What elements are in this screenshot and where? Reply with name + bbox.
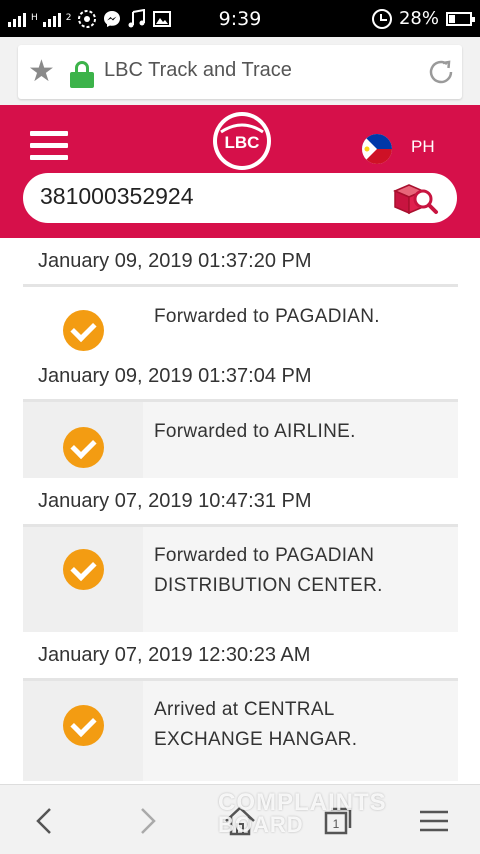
menu-icon[interactable] (30, 131, 68, 163)
network-type-label: H (31, 13, 38, 23)
tracking-timeline: January 09, 2019 01:37:20 PM Forwarded t… (23, 238, 458, 784)
browser-toolbar: ★ LBC Track and Trace (0, 37, 480, 105)
lock-icon (70, 61, 94, 88)
battery-percentage: 28% (398, 8, 439, 29)
back-icon[interactable] (28, 803, 64, 839)
logo-text: LBC (225, 133, 260, 152)
event-line: Forwarded to PAGADIAN. (154, 306, 380, 327)
forward-icon[interactable] (128, 803, 164, 839)
event-line: Forwarded to PAGADIAN (154, 545, 375, 566)
event-line: EXCHANGE HANGAR. (154, 729, 358, 750)
app-icon (77, 9, 97, 29)
package-search-icon[interactable] (391, 181, 439, 215)
country-code[interactable]: PH (411, 137, 435, 157)
messenger-icon (102, 9, 122, 29)
philippines-flag-icon[interactable] (362, 134, 392, 164)
event-description: Arrived at CENTRAL EXCHANGE HANGAR. (143, 681, 458, 781)
check-circle-icon (63, 705, 104, 746)
battery-icon (446, 11, 475, 26)
page-title[interactable]: LBC Track and Trace (104, 59, 292, 82)
browser-bottom-nav: 1 COMPLAINTS BOARD (0, 784, 480, 854)
tracking-search-box[interactable] (23, 173, 457, 223)
event-date: January 07, 2019 10:47:31 PM (23, 478, 458, 527)
music-icon (127, 8, 147, 29)
status-bar: H 2 9:39 28% (0, 0, 480, 37)
tracking-number-input[interactable] (40, 183, 380, 210)
status-icon-cell (23, 402, 143, 478)
site-header: LBC PH (0, 105, 480, 238)
signal-icon (8, 11, 26, 27)
complaints-board-watermark: COMPLAINTS BOARD (218, 789, 438, 838)
timeline-event: Arrived at CENTRAL EXCHANGE HANGAR. (23, 681, 458, 781)
event-description: Forwarded to PAGADIAN DISTRIBUTION CENTE… (143, 527, 458, 632)
lbc-logo[interactable]: LBC (211, 110, 273, 172)
timeline-event: Forwarded to PAGADIAN DISTRIBUTION CENTE… (23, 527, 458, 632)
status-icon-cell (23, 287, 143, 353)
event-date: January 09, 2019 01:37:04 PM (23, 353, 458, 402)
refresh-icon[interactable] (426, 57, 456, 87)
event-line: Arrived at CENTRAL (154, 699, 335, 720)
event-date: January 07, 2019 12:30:23 AM (23, 632, 458, 681)
image-icon (152, 9, 172, 29)
sim-slot-label: 2 (65, 13, 72, 23)
status-icons-right: 28% (371, 0, 475, 37)
check-circle-icon (63, 427, 104, 468)
status-icon-cell (23, 681, 143, 781)
event-date: January 09, 2019 01:37:20 PM (23, 238, 458, 287)
signal-icon (42, 11, 61, 27)
event-description: Forwarded to PAGADIAN. (143, 287, 458, 353)
watermark-line: COMPLAINTS (218, 789, 387, 816)
event-line: DISTRIBUTION CENTER. (154, 575, 383, 596)
status-icons-left: H 2 (8, 0, 172, 37)
alarm-icon (371, 8, 392, 29)
timeline-event: Forwarded to AIRLINE. (23, 402, 458, 478)
address-bar[interactable]: ★ LBC Track and Trace (18, 45, 462, 99)
event-line: Forwarded to AIRLINE. (154, 421, 356, 442)
event-description: Forwarded to AIRLINE. (143, 402, 458, 478)
check-circle-icon (63, 549, 104, 590)
star-icon[interactable]: ★ (28, 57, 55, 87)
watermark-line: BOARD (218, 812, 304, 837)
timeline-event: Forwarded to PAGADIAN. (23, 287, 458, 353)
status-icon-cell (23, 527, 143, 632)
check-circle-icon (63, 310, 104, 351)
